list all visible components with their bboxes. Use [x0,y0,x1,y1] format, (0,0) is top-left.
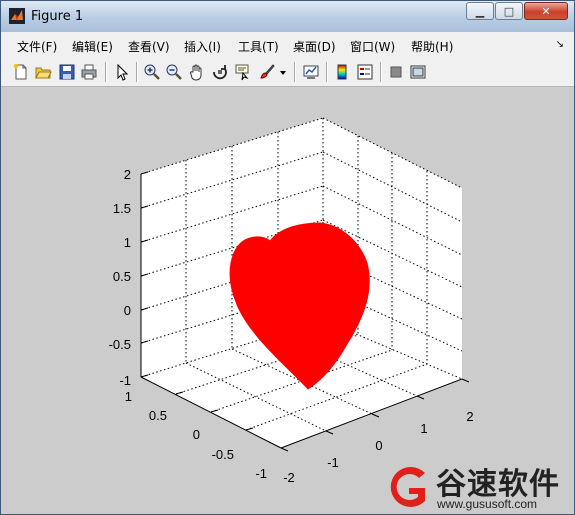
minimize-icon: ▁ [475,4,485,18]
y-tick-label: 0 [193,427,200,442]
toolbar-separator [294,62,296,82]
y-tick-label: -0.5 [212,447,234,462]
menu-overflow-icon[interactable]: ↘ [556,39,564,50]
y-tick-label: -1 [255,466,267,481]
toolbar-separator [105,62,107,82]
z-tick-label: 1 [124,235,131,250]
pointer-icon[interactable] [113,63,131,81]
maximize-icon: □ [503,4,515,18]
legend-icon[interactable] [356,63,374,81]
close-button[interactable]: ✕ [524,2,568,20]
toolbar-separator [136,62,138,82]
matlab-icon [9,8,25,24]
colorbar-icon[interactable] [333,63,351,81]
x-tick-label: 1 [420,421,427,436]
maximize-button[interactable]: □ [495,2,523,20]
x-tick-label: 0 [375,438,382,453]
z-tick-label: -1 [119,373,131,388]
x-tick-label: -2 [283,470,295,485]
data-cursor-icon[interactable] [234,63,252,81]
show-plot-tools-icon[interactable] [409,63,427,81]
new-figure-icon[interactable] [12,63,30,81]
y-tick-label: 1 [125,389,132,404]
window-title: Figure 1 [31,9,84,24]
z-tick-label: 2 [124,167,131,182]
toolbar-separator [380,62,382,82]
watermark-logo-icon [390,467,425,507]
pan-hand-icon[interactable] [188,63,206,81]
brush-icon[interactable] [258,63,276,81]
brush-dropdown-icon[interactable] [279,63,287,81]
menu-window[interactable]: 窗口(W) [350,38,395,55]
z-tick-label: -0.5 [109,337,131,352]
menu-insert[interactable]: 插入(I) [184,38,221,55]
open-file-icon[interactable] [34,63,52,81]
rotate-3d-icon[interactable] [211,63,229,81]
menu-bar: 文件(F) 编辑(E) 查看(V) 插入(I) 工具(T) 桌面(D) 窗口(W… [1,32,574,58]
print-icon[interactable] [80,63,98,81]
figure-window: Figure 1 ▁ □ ✕ 文件(F) 编辑(E) 查看(V) 插入(I) 工… [0,0,575,515]
watermark: 谷速软件 www.gususoft.com [381,461,571,513]
zoom-out-icon[interactable] [165,63,183,81]
toolbar-separator [326,62,328,82]
minimize-button[interactable]: ▁ [466,2,494,20]
menu-tools[interactable]: 工具(T) [238,38,279,55]
link-plot-icon[interactable] [302,63,320,81]
menu-desktop[interactable]: 桌面(D) [293,38,336,55]
menu-file[interactable]: 文件(F) [17,38,57,55]
x-tick-label: 2 [466,409,473,424]
watermark-url: www.gususoft.com [437,497,538,511]
title-bar[interactable]: Figure 1 ▁ □ ✕ [1,1,574,32]
axes-3d[interactable]: 2 1.5 1 0.5 0 -0.5 -1 1 0.5 0 -0.5 -1 -2… [2,87,573,514]
close-icon: ✕ [541,4,551,18]
x-tick-label: -1 [327,455,339,470]
z-tick-label: 0 [124,303,131,318]
hide-plot-tools-icon[interactable] [387,63,405,81]
figure-canvas[interactable]: 2 1.5 1 0.5 0 -0.5 -1 1 0.5 0 -0.5 -1 -2… [2,87,573,514]
zoom-in-icon[interactable] [143,63,161,81]
figure-toolbar [1,58,574,87]
menu-view[interactable]: 查看(V) [128,38,170,55]
menu-help[interactable]: 帮助(H) [411,38,453,55]
z-tick-label: 1.5 [113,201,131,216]
y-tick-label: 0.5 [149,408,167,423]
save-icon[interactable] [58,63,76,81]
menu-edit[interactable]: 编辑(E) [72,38,113,55]
z-tick-label: 0.5 [113,269,131,284]
